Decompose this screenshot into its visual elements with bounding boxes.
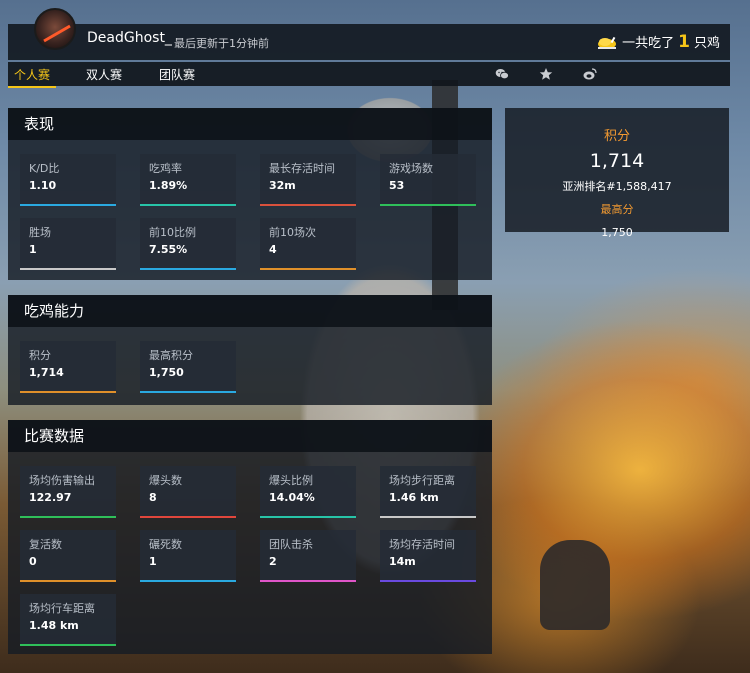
stat-label: 前10场次: [269, 226, 316, 239]
stat-label: 爆头数: [149, 474, 182, 487]
stat-value: 2: [269, 555, 277, 568]
avatar[interactable]: [34, 8, 76, 50]
stat-value: 7.55%: [149, 243, 188, 256]
stat-value: 1.89%: [149, 179, 188, 192]
rating-value: 1,714: [589, 150, 645, 172]
stat-bar: [20, 644, 116, 646]
chicken-prefix: 一共吃了: [622, 36, 675, 51]
stat-bar: [140, 391, 236, 393]
stat-bar: [140, 268, 236, 270]
stat-peak-rating: 最高积分 1,750: [140, 341, 236, 393]
stat-label: 场均伤害输出: [29, 474, 95, 487]
stat-label: K/D比: [29, 162, 60, 175]
stat-label: 碾死数: [149, 538, 182, 551]
stat-bar: [380, 516, 476, 518]
stat-value: 1: [149, 555, 157, 568]
stat-win-rate: 吃鸡率 1.89%: [140, 154, 236, 206]
stat-value: 32m: [269, 179, 296, 192]
stat-top10-count: 前10场次 4: [260, 218, 356, 270]
chicken-suffix: 只鸡: [693, 36, 720, 51]
roast-chicken-icon: [598, 36, 617, 49]
stat-bar: [260, 516, 356, 518]
tab-duo[interactable]: 双人赛: [86, 66, 122, 83]
stat-bar: [260, 268, 356, 270]
username[interactable]: DeadGhost_: [87, 30, 172, 46]
stat-bar: [260, 580, 356, 582]
stat-label: 最长存活时间: [269, 162, 335, 175]
stat-bar: [20, 268, 116, 270]
performance-panel: 表现 K/D比 1.10 吃鸡率 1.89% 最长存活时间 32m 游戏场数 5…: [8, 108, 492, 280]
stat-kd: K/D比 1.10: [20, 154, 116, 206]
stat-rating: 积分 1,714: [20, 341, 116, 393]
tab-squad[interactable]: 团队赛: [159, 66, 195, 83]
peak-rating-value: 1,750: [601, 226, 633, 239]
stat-value: 53: [389, 179, 405, 192]
stat-value: 1.48 km: [29, 619, 79, 632]
stat-avg-survival-time: 场均存活时间 14m: [380, 530, 476, 582]
stat-label: 积分: [29, 349, 51, 362]
stat-longest-survival: 最长存活时间 32m: [260, 154, 356, 206]
star-icon[interactable]: [539, 67, 553, 81]
stat-bar: [20, 204, 116, 206]
match-data-panel: 比赛数据 场均伤害输出 122.97 爆头数 8 爆头比例 14.04% 场均步…: [8, 420, 492, 654]
chicken-ability-panel: 吃鸡能力 积分 1,714 最高积分 1,750: [8, 295, 492, 405]
stat-label: 最高积分: [149, 349, 193, 362]
stat-value: 8: [149, 491, 157, 504]
stat-label: 场均步行距离: [389, 474, 455, 487]
stat-wins: 胜场 1: [20, 218, 116, 270]
stat-top10-rate: 前10比例 7.55%: [140, 218, 236, 270]
stat-avg-ride-distance: 场均行车距离 1.48 km: [20, 594, 116, 646]
stat-value: 14.04%: [269, 491, 315, 504]
stat-headshots: 爆头数 8: [140, 466, 236, 518]
stat-value: 14m: [389, 555, 416, 568]
rating-title: 积分: [603, 129, 630, 144]
stat-value: 1,714: [29, 366, 64, 379]
stat-label: 复活数: [29, 538, 62, 551]
stat-avg-walk-distance: 场均步行距离 1.46 km: [380, 466, 476, 518]
stat-bar: [260, 204, 356, 206]
stat-bar: [140, 516, 236, 518]
stat-bar: [380, 580, 476, 582]
stat-label: 团队击杀: [269, 538, 313, 551]
panel-title: 吃鸡能力: [8, 295, 492, 327]
stat-label: 游戏场数: [389, 162, 433, 175]
background-glove-illustration: [540, 540, 610, 630]
stat-revives: 复活数 0: [20, 530, 116, 582]
stat-road-kills: 碾死数 1: [140, 530, 236, 582]
stat-label: 爆头比例: [269, 474, 313, 487]
stat-bar: [20, 391, 116, 393]
stat-games-played: 游戏场数 53: [380, 154, 476, 206]
weibo-icon[interactable]: [583, 67, 597, 81]
stat-bar: [380, 204, 476, 206]
stat-value: 1.46 km: [389, 491, 439, 504]
panel-title: 表现: [8, 108, 492, 140]
stat-value: 1.10: [29, 179, 57, 192]
stat-value: 1: [29, 243, 37, 256]
panel-title: 比赛数据: [8, 420, 492, 452]
wechat-icon[interactable]: [495, 67, 509, 81]
peak-rating-label: 最高分: [600, 203, 634, 216]
stat-bar: [20, 516, 116, 518]
stat-label: 吃鸡率: [149, 162, 182, 175]
stat-bar: [140, 580, 236, 582]
stat-bar: [140, 204, 236, 206]
stat-value: 122.97: [29, 491, 72, 504]
stat-value: 1,750: [149, 366, 184, 379]
stat-label: 场均行车距离: [29, 602, 95, 615]
stat-value: 0: [29, 555, 37, 568]
stat-label: 胜场: [29, 226, 51, 239]
stat-headshot-rate: 爆头比例 14.04%: [260, 466, 356, 518]
stat-avg-damage: 场均伤害输出 122.97: [20, 466, 116, 518]
stat-bar: [20, 580, 116, 582]
chicken-count: 1: [678, 32, 690, 52]
asia-rank: 亚洲排名#1,588,417: [562, 180, 672, 193]
chicken-dinner-count: 一共吃了 1 只鸡: [596, 31, 720, 52]
stat-team-kills: 团队击杀 2: [260, 530, 356, 582]
tab-solo[interactable]: 个人赛: [7, 66, 57, 88]
stat-value: 4: [269, 243, 277, 256]
stat-label: 场均存活时间: [389, 538, 455, 551]
last-updated-text: 最后更新于1分钟前: [174, 37, 269, 50]
rating-card: 积分 1,714 亚洲排名#1,588,417 最高分 1,750: [505, 108, 729, 239]
stat-label: 前10比例: [149, 226, 196, 239]
